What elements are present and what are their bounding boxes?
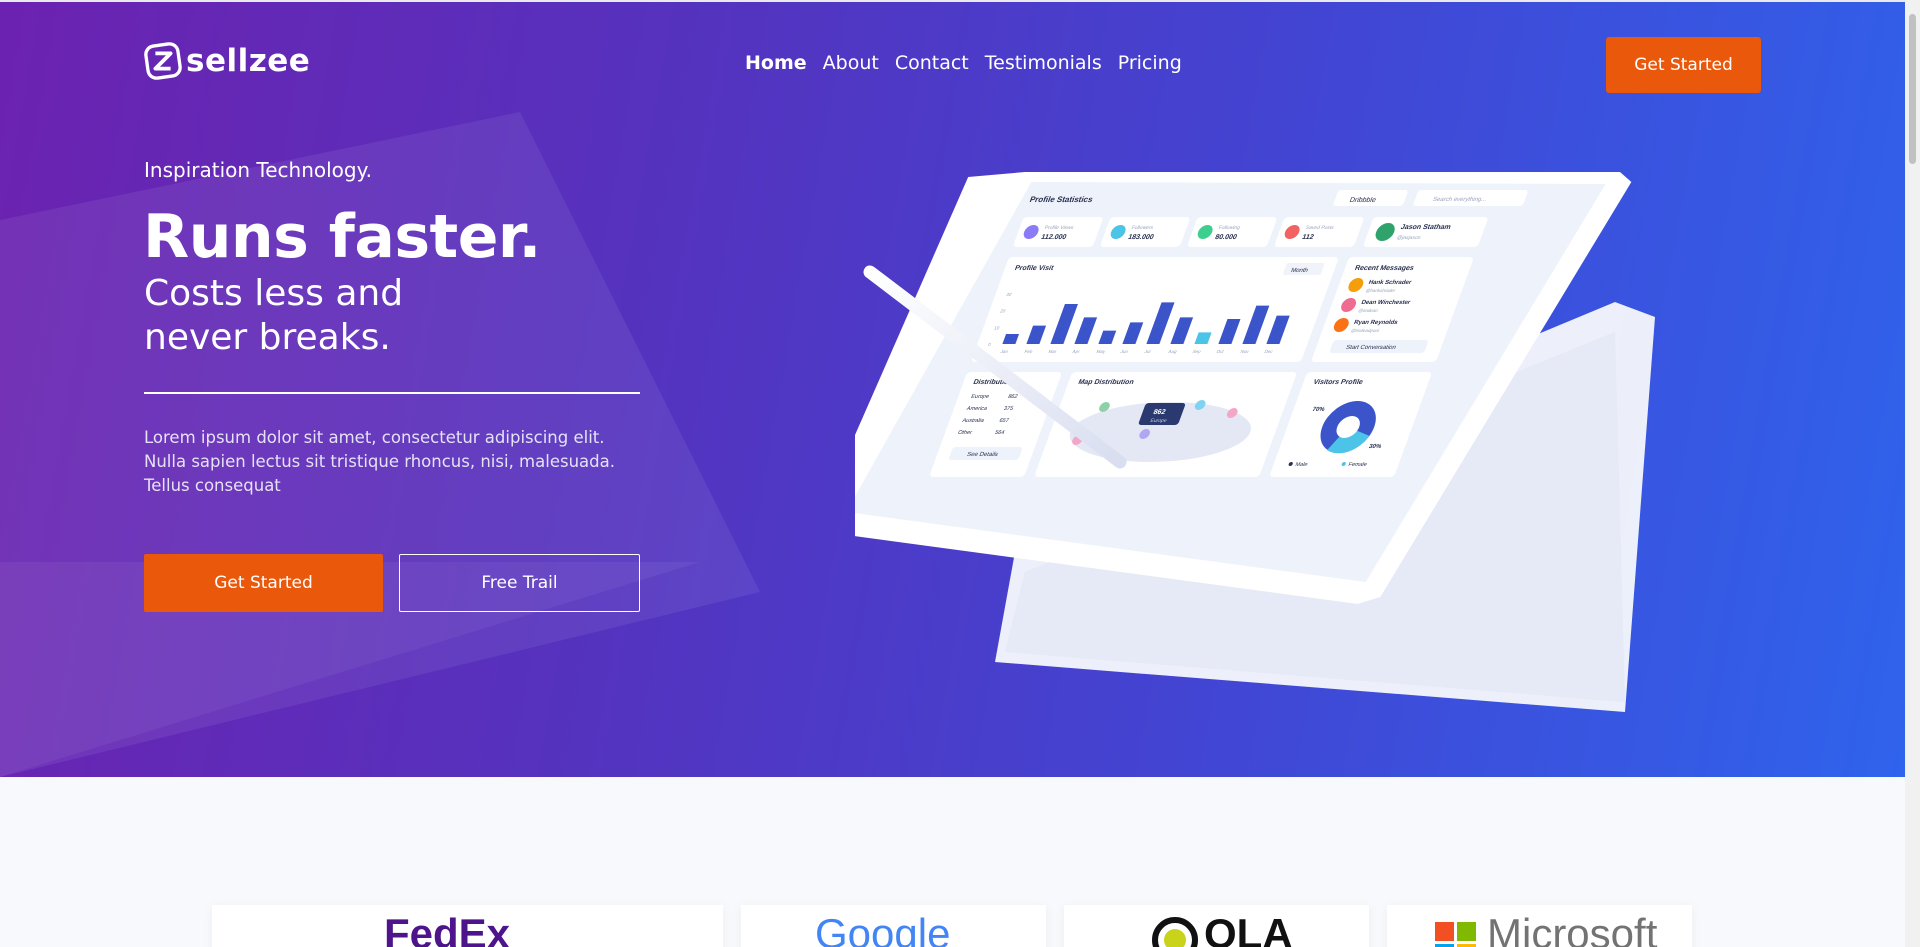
hero-get-started-button[interactable]: Get Started xyxy=(144,554,383,612)
source-select-label: Dribbble xyxy=(1348,195,1377,204)
ola-mark-icon xyxy=(1152,917,1198,947)
distribution-region-3: Australia xyxy=(961,418,985,424)
nav-pricing[interactable]: Pricing xyxy=(1118,52,1182,74)
brand-logo[interactable]: sellzee xyxy=(144,42,310,80)
hero-description: Lorem ipsum dolor sit amet, consectetur … xyxy=(144,428,615,495)
distribution-region-1: Europe xyxy=(970,394,990,400)
header-get-started-button[interactable]: Get Started xyxy=(1606,37,1761,93)
start-conversation-label: Start Conversation xyxy=(1345,344,1398,351)
dashboard-tablet-illustration: Profile Statistics Dribbble Search every… xyxy=(855,172,1655,712)
search-placeholder: Search everything... xyxy=(1432,196,1488,203)
message-name-2: Dean Winchester xyxy=(1360,299,1412,306)
google-logo: Google xyxy=(815,910,951,947)
stat-label-views: Profile Views xyxy=(1044,225,1075,231)
profile-visit-title: Profile Visit xyxy=(1014,263,1056,272)
distribution-region-4: Other xyxy=(957,430,973,436)
brand-name: sellzee xyxy=(186,43,311,79)
message-name-1: Hank Schrader xyxy=(1368,279,1413,286)
nav-about[interactable]: About xyxy=(823,52,879,74)
map-distribution-title: Map Distribution xyxy=(1077,377,1135,386)
hero-divider xyxy=(144,392,640,394)
main-nav: Home About Contact Testimonials Pricing xyxy=(745,52,1182,74)
partner-card-microsoft: Microsoft xyxy=(1387,905,1692,947)
message-handle-1: @hankshrader xyxy=(1365,288,1397,293)
stat-label-following: Following xyxy=(1218,225,1241,231)
distribution-region-2: America xyxy=(966,406,989,412)
recent-messages-title: Recent Messages xyxy=(1354,263,1416,272)
stat-value-views: 112.000 xyxy=(1040,232,1068,241)
see-details-label: See Details xyxy=(966,451,999,458)
nav-home[interactable]: Home xyxy=(745,52,807,74)
hero-subhead-line-1: Costs less and xyxy=(144,273,404,314)
microsoft-logo: Microsoft xyxy=(1487,910,1658,947)
free-trial-button[interactable]: Free Trail xyxy=(399,554,640,612)
page-scrollbar[interactable] xyxy=(1905,0,1920,947)
partner-card-fedex: FedEx xyxy=(212,905,723,947)
user-name: Jason Statham xyxy=(1400,222,1453,231)
stat-label-saved: Saved Posts xyxy=(1305,225,1336,231)
ola-logo: OLA xyxy=(1204,910,1293,947)
partner-logos-strip: FedEx Google OLA Microsoft xyxy=(0,905,1905,947)
period-select-label: Month xyxy=(1290,267,1310,274)
visitors-profile-title: Visitors Profile xyxy=(1312,377,1364,386)
hero-headline: Runs faster. xyxy=(143,202,541,272)
user-handle: @jasjason xyxy=(1396,235,1422,241)
message-handle-2: @imdean xyxy=(1358,308,1379,313)
visitors-legend-female: Female xyxy=(1347,462,1367,468)
stat-value-following: 80.000 xyxy=(1214,232,1239,241)
partner-card-google: Google xyxy=(741,905,1046,947)
partner-card-ola: OLA xyxy=(1064,905,1369,947)
message-name-3: Ryan Reynolds xyxy=(1353,319,1399,326)
sellzee-logo-icon xyxy=(144,42,182,80)
stat-label-followers: Followers xyxy=(1131,225,1155,231)
nav-testimonials[interactable]: Testimonials xyxy=(985,52,1102,74)
hero-subhead-line-2: never breaks. xyxy=(144,317,391,358)
visitors-legend-male: Male xyxy=(1294,462,1308,468)
nav-contact[interactable]: Contact xyxy=(895,52,969,74)
fedex-logo: FedEx xyxy=(384,910,511,947)
microsoft-squares-icon xyxy=(1435,922,1476,947)
hero-eyebrow: Inspiration Technology. xyxy=(144,158,372,182)
profile-statistics-title: Profile Statistics xyxy=(1028,195,1094,204)
message-handle-3: @imdeadpool xyxy=(1350,328,1379,333)
stat-value-followers: 183.000 xyxy=(1127,232,1155,241)
map-tooltip-label: Europe xyxy=(1149,418,1167,424)
hero-section: sellzee Home About Contact Testimonials … xyxy=(0,2,1905,777)
hero-subhead: Costs less and never breaks. xyxy=(144,272,564,360)
scrollbar-thumb[interactable] xyxy=(1909,14,1916,164)
